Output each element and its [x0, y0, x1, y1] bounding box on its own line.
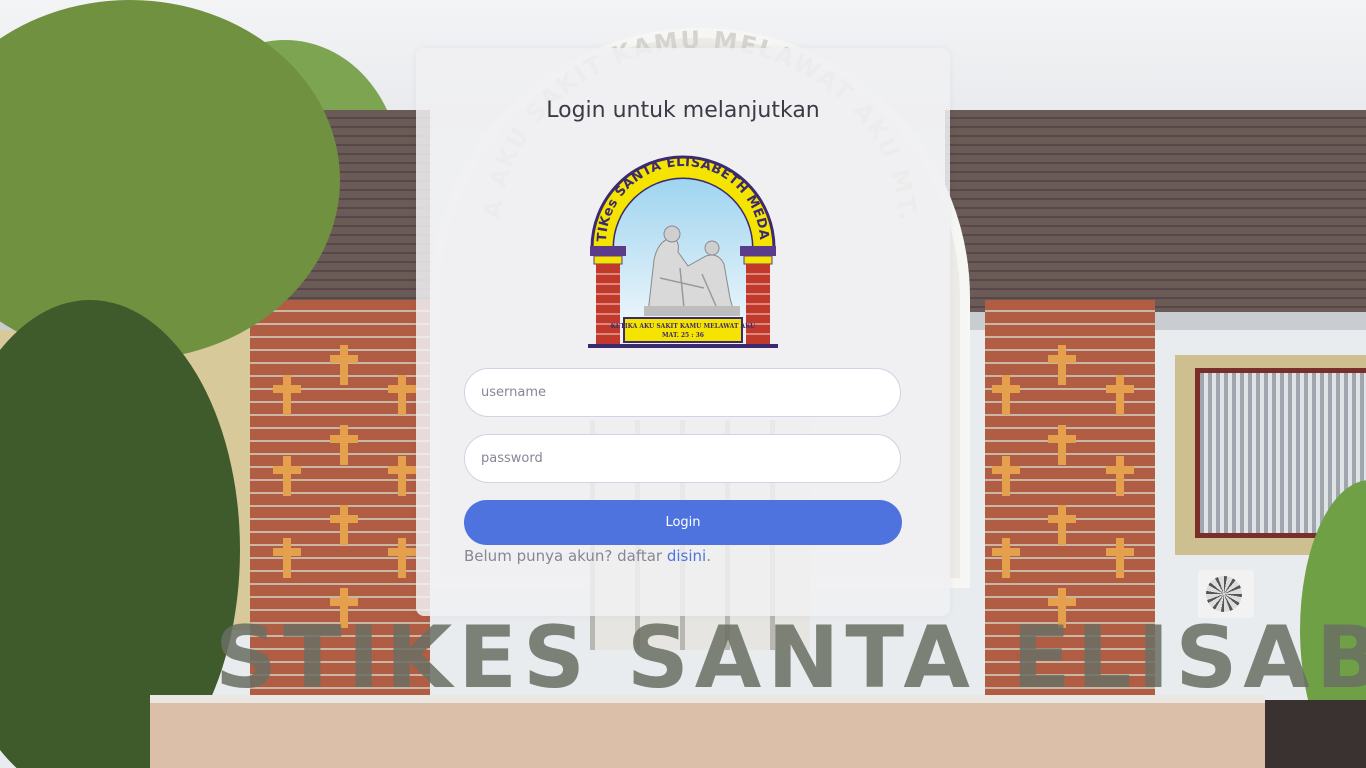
logo-plaque-line2: MAT. 25 : 36 [662, 332, 704, 339]
login-card: Login untuk melanjutkan STIKes SANTA ELI… [416, 48, 950, 616]
login-title: Login untuk melanjutkan [546, 98, 820, 123]
cross-decoration [1106, 375, 1134, 415]
cross-decoration [1106, 456, 1134, 496]
cross-decoration [273, 375, 301, 415]
cross-decoration [273, 538, 301, 578]
cross-decoration [1048, 345, 1076, 385]
institution-logo: STIKes SANTA ELISABETH MEDAN KETIKA AKU … [584, 148, 778, 348]
password-input[interactable] [464, 434, 901, 483]
cross-decoration [330, 505, 358, 545]
cross-decoration [1106, 538, 1134, 578]
logo-plaque-line1: KETIKA AKU SAKIT KAMU MELAWAT AKU [611, 323, 757, 330]
cross-decoration [388, 456, 416, 496]
cross-decoration [388, 375, 416, 415]
cross-decoration [1048, 505, 1076, 545]
cross-decoration [388, 538, 416, 578]
cross-decoration [992, 538, 1020, 578]
signup-prompt: Belum punya akun? daftar disini. [464, 547, 711, 565]
ground [1265, 700, 1366, 768]
cross-decoration [330, 345, 358, 385]
signup-prompt-text: Belum punya akun? daftar [464, 547, 667, 565]
cross-decoration [992, 375, 1020, 415]
campus-sign: STIKES SANTA ELISABETH [215, 608, 1366, 708]
cross-decoration [992, 456, 1020, 496]
cross-decoration [273, 456, 301, 496]
cross-decoration [1048, 425, 1076, 465]
signup-link[interactable]: disini [667, 547, 706, 565]
username-input[interactable] [464, 368, 901, 417]
signup-suffix: . [706, 547, 711, 565]
roof-right [945, 110, 1366, 320]
cross-decoration [330, 425, 358, 465]
login-button[interactable]: Login [464, 500, 902, 545]
